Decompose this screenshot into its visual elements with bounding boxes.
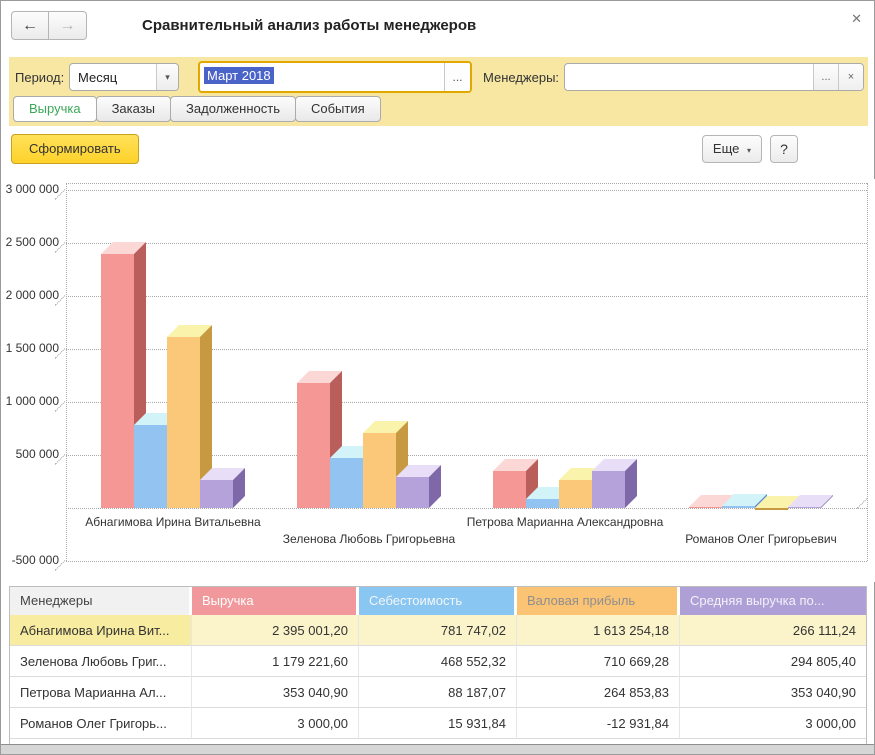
row-0-cell-2[interactable]: 1 613 254,18 (517, 615, 680, 646)
page-title: Сравнительный анализ работы менеджеров (142, 17, 476, 34)
y-axis-label: 3 000 000 (1, 182, 59, 196)
y-axis-label: 500 000 (1, 447, 59, 461)
row-0-cell-1[interactable]: 781 747,02 (359, 615, 517, 646)
bar-3-1[interactable] (396, 477, 429, 508)
bar-0-3[interactable] (689, 507, 722, 508)
x-axis-label: Романов Олег Григорьевич (685, 532, 837, 546)
gridline (66, 190, 867, 191)
more-button-label: Еще (713, 141, 739, 156)
row-2-cell-0[interactable]: 353 040,90 (192, 677, 359, 708)
column-header-4[interactable]: Средняя выручка по... (680, 587, 866, 615)
chevron-down-icon: ▾ (747, 146, 751, 155)
table-header-row: МенеджерыВыручкаСебестоимостьВаловая при… (10, 587, 866, 615)
date-input-value: Март 2018 (204, 67, 274, 84)
bar-2-0[interactable] (167, 337, 200, 508)
row-3-cell-3[interactable]: 3 000,00 (680, 708, 866, 739)
action-row: Сформировать Еще ▾ ? (1, 126, 874, 179)
bar-2-1[interactable] (363, 433, 396, 508)
table-row[interactable]: Абнагимова Ирина Вит...2 395 001,20781 7… (10, 615, 866, 646)
managers-input-value (565, 64, 813, 90)
bar-1-3[interactable] (722, 506, 755, 508)
plot-left-border (66, 183, 67, 561)
bar-2-3[interactable] (755, 508, 788, 510)
column-header-0[interactable]: Менеджеры (10, 587, 192, 615)
nav-buttons: ← → (11, 11, 87, 40)
x-axis-label: Зеленова Любовь Григорьевна (283, 532, 455, 546)
managers-input[interactable]: ... × (564, 63, 864, 91)
y-axis-label: 2 000 000 (1, 288, 59, 302)
row-2-cell-3[interactable]: 353 040,90 (680, 677, 866, 708)
help-button[interactable]: ? (770, 135, 798, 163)
row-3-cell-0[interactable]: 3 000,00 (192, 708, 359, 739)
bar-0-0[interactable] (101, 254, 134, 508)
managers-ellipsis-button[interactable]: ... (813, 64, 838, 90)
tab-0[interactable]: Выручка (13, 96, 97, 122)
close-icon[interactable]: ✕ (851, 11, 862, 27)
forward-button[interactable]: → (49, 11, 87, 40)
report-window: ← → Сравнительный анализ работы менеджер… (0, 0, 875, 755)
row-2-cell-1[interactable]: 88 187,07 (359, 677, 517, 708)
generate-button[interactable]: Сформировать (11, 134, 139, 164)
bar-1-0[interactable] (134, 425, 167, 508)
tab-3[interactable]: События (295, 96, 381, 122)
plot-right-border (867, 183, 868, 561)
bar-0-1[interactable] (297, 383, 330, 508)
x-axis-label: Петрова Марианна Александровна (467, 515, 664, 529)
period-select[interactable]: Месяц ▾ (69, 63, 179, 91)
y-axis-label: 1 500 000 (1, 341, 59, 355)
bar-3-3[interactable] (788, 507, 821, 508)
y-axis-label: 2 500 000 (1, 235, 59, 249)
table-row[interactable]: Романов Олег Григорь...3 000,0015 931,84… (10, 708, 866, 739)
tabs: ВыручкаЗаказыЗадолженностьСобытия (13, 96, 380, 122)
row-0-cell-0[interactable]: 2 395 001,20 (192, 615, 359, 646)
gridline (66, 296, 867, 297)
row-1-cell-0[interactable]: 1 179 221,60 (192, 646, 359, 677)
row-3-cell-1[interactable]: 15 931,84 (359, 708, 517, 739)
row-1-cell-1[interactable]: 468 552,32 (359, 646, 517, 677)
column-header-2[interactable]: Себестоимость (359, 587, 517, 615)
date-input[interactable]: Март 2018 ... (198, 61, 472, 93)
managers-clear-button[interactable]: × (838, 64, 863, 90)
row-1-name[interactable]: Зеленова Любовь Григ... (10, 646, 192, 677)
bar-2-2[interactable] (559, 480, 592, 508)
zero-gridline (66, 508, 867, 509)
chevron-down-icon[interactable]: ▾ (156, 64, 178, 90)
row-0-name[interactable]: Абнагимова Ирина Вит... (10, 615, 192, 646)
tab-2[interactable]: Задолженность (170, 96, 296, 122)
table-row[interactable]: Зеленова Любовь Григ...1 179 221,60468 5… (10, 646, 866, 677)
bar-chart: 3 000 000 2 500 000 2 000 000 1 500 000 1 00… (1, 179, 875, 582)
period-select-value: Месяц (70, 64, 156, 90)
row-3-name[interactable]: Романов Олег Григорь... (10, 708, 192, 739)
managers-label: Менеджеры: (483, 70, 559, 85)
period-label: Период: (15, 70, 64, 85)
results-table: МенеджерыВыручкаСебестоимостьВаловая при… (9, 586, 867, 746)
column-header-1[interactable]: Выручка (192, 587, 359, 615)
row-3-cell-2[interactable]: -12 931,84 (517, 708, 680, 739)
row-0-cell-3[interactable]: 266 111,24 (680, 615, 866, 646)
plot-top-border (66, 183, 867, 184)
y-axis-label: -500 000 (1, 553, 59, 567)
row-1-cell-3[interactable]: 294 805,40 (680, 646, 866, 677)
bar-3-0[interactable] (200, 480, 233, 508)
back-button[interactable]: ← (11, 11, 49, 40)
filter-band: Период: Месяц ▾ Март 2018 ... Менеджеры:… (9, 57, 868, 126)
bar-1-2[interactable] (526, 499, 559, 508)
row-1-cell-2[interactable]: 710 669,28 (517, 646, 680, 677)
titlebar: ← → Сравнительный анализ работы менеджер… (1, 1, 874, 57)
row-2-cell-2[interactable]: 264 853,83 (517, 677, 680, 708)
row-2-name[interactable]: Петрова Марианна Ал... (10, 677, 192, 708)
bar-3-2[interactable] (592, 471, 625, 508)
column-header-3[interactable]: Валовая прибыль (517, 587, 680, 615)
x-axis-label: Абнагимова Ирина Витальевна (85, 515, 260, 529)
tab-1[interactable]: Заказы (96, 96, 171, 122)
table-row[interactable]: Петрова Марианна Ал...353 040,9088 187,0… (10, 677, 866, 708)
gridline (66, 561, 867, 562)
more-button[interactable]: Еще ▾ (702, 135, 762, 163)
y-axis-label: 1 000 000 (1, 394, 59, 408)
window-bottom-strip (1, 744, 874, 754)
bar-1-1[interactable] (330, 458, 363, 508)
bar-0-2[interactable] (493, 471, 526, 508)
date-ellipsis-button[interactable]: ... (444, 63, 470, 91)
gridline (66, 243, 867, 244)
